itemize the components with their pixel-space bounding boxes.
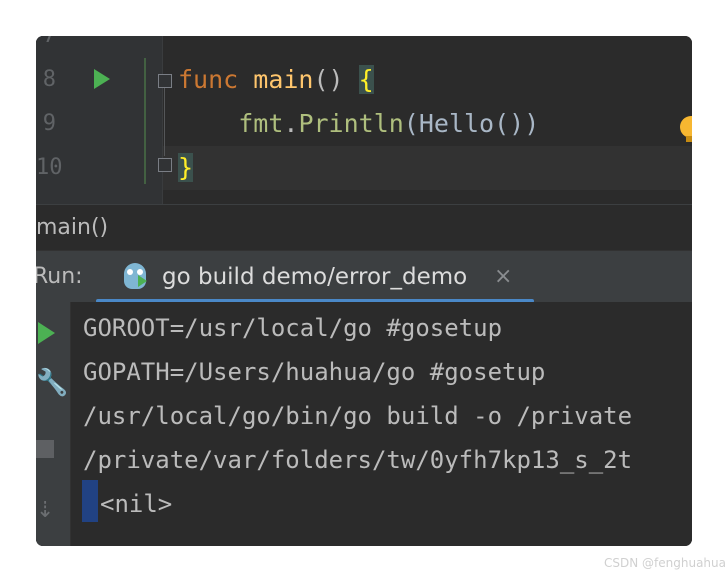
open-brace: { [358, 65, 374, 94]
console-line: GOROOT=/usr/local/go #gosetup [83, 314, 503, 342]
package-name: fmt [238, 109, 284, 138]
console-line: <nil> [100, 490, 173, 518]
fold-icon[interactable] [158, 74, 172, 88]
close-icon[interactable]: × [494, 251, 512, 303]
line-number: 7 [36, 36, 56, 58]
run-badge-icon [138, 275, 147, 287]
breadcrumb[interactable]: main() [36, 204, 692, 250]
watermark: CSDN @fenghuahua [604, 556, 726, 570]
keyword-func: func [178, 65, 239, 94]
wrench-icon[interactable]: 🔧 [36, 368, 68, 398]
code-text: fmt.Println(Hello()) [238, 109, 540, 138]
function-name: main [253, 65, 314, 94]
line-number: 8 [42, 67, 56, 92]
gopher-eye [127, 269, 133, 275]
code-text: func main() { [178, 65, 374, 94]
code-editor[interactable]: 7 8 func main() { 9 fmt.Println(Hello())… [36, 36, 692, 204]
fold-range-line [164, 86, 165, 156]
call-args: (Hello()) [403, 109, 540, 138]
indent-guide [144, 58, 146, 184]
code-line-10: 10 } [36, 146, 692, 190]
fold-icon[interactable] [158, 158, 172, 172]
code-text: } [178, 146, 194, 190]
stop-icon[interactable] [36, 440, 54, 458]
console-line: GOPATH=/Users/huahua/go #gosetup [83, 358, 546, 386]
close-brace: } [178, 153, 194, 182]
intention-bulb-base [686, 136, 692, 142]
console-line: /private/var/folders/tw/0yfh7kp13_s_2t [83, 446, 633, 474]
ide-window: 7 8 func main() { 9 fmt.Println(Hello())… [36, 36, 692, 546]
run-console[interactable]: 🔧 ⇣ GOROOT=/usr/local/go #gosetup GOPATH… [36, 302, 692, 546]
console-line: /usr/local/go/bin/go build -o /private [83, 402, 633, 430]
code-line-9: 9 fmt.Println(Hello()) [36, 102, 692, 146]
line-number: 9 [42, 111, 56, 136]
scroll-to-end-icon[interactable]: ⇣ [36, 498, 54, 523]
call-name: Println [298, 109, 404, 138]
line-number: 10 [36, 155, 63, 180]
run-toolwindow-header: Run: go build demo/error_demo × [36, 250, 692, 303]
run-label: Run: [36, 264, 83, 289]
text-caret [82, 480, 98, 522]
console-toolbar: 🔧 ⇣ [36, 302, 71, 546]
run-gutter-icon[interactable] [94, 69, 110, 89]
rerun-icon[interactable] [38, 322, 55, 344]
code-line-8: 8 func main() { [36, 58, 692, 102]
tab-run-configuration[interactable]: go build demo/error_demo × [96, 251, 534, 303]
code-line-7: 7 [36, 36, 692, 58]
tab-title: go build demo/error_demo [162, 264, 468, 290]
